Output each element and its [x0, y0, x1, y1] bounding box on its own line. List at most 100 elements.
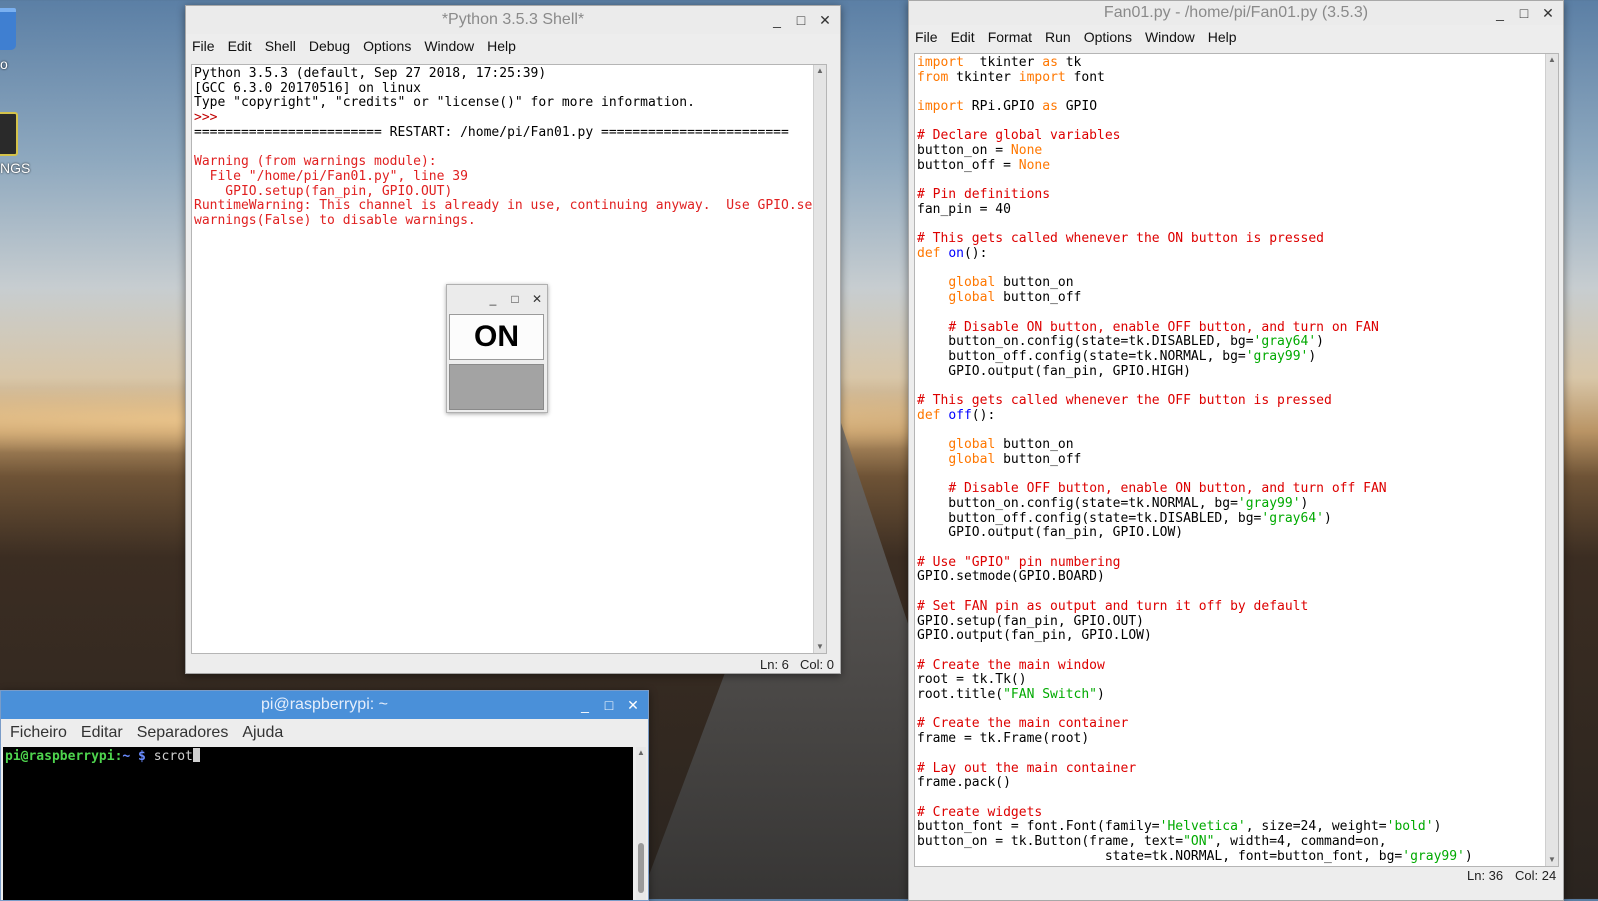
close-icon[interactable]: ✕ — [818, 13, 832, 27]
menu-ajuda[interactable]: Ajuda — [242, 724, 283, 742]
editor-titlebar[interactable]: Fan01.py - /home/pi/Fan01.py (3.5.3) _ □… — [909, 1, 1563, 25]
close-icon[interactable]: ✕ — [531, 292, 543, 306]
editor-scrollbar[interactable]: ▲ ▼ — [1545, 54, 1558, 866]
maximize-icon[interactable]: □ — [509, 292, 521, 306]
code-token: tkinter — [963, 55, 1043, 70]
maximize-icon[interactable]: □ — [1517, 6, 1531, 20]
maximize-icon[interactable]: □ — [794, 13, 808, 27]
menu-help[interactable]: Help — [487, 38, 516, 54]
menu-options[interactable]: Options — [363, 38, 411, 54]
menu-shell[interactable]: Shell — [265, 38, 296, 54]
menu-format[interactable]: Format — [988, 29, 1032, 45]
code-line: # Create the main window — [917, 658, 1558, 674]
scroll-up-icon[interactable]: ▲ — [1546, 54, 1558, 66]
code-token: button_on.config(state=tk.NORMAL, bg= — [917, 495, 1238, 511]
code-token: GPIO.output(fan_pin, GPIO.LOW) — [917, 628, 1152, 644]
menu-debug[interactable]: Debug — [309, 38, 350, 54]
code-token: button_off — [995, 290, 1082, 306]
menu-editar[interactable]: Editar — [81, 724, 123, 742]
code-line: global button_on — [917, 437, 1558, 453]
desktop-icon-label: o — [0, 56, 8, 72]
menu-separadores[interactable]: Separadores — [137, 724, 229, 742]
menu-help[interactable]: Help — [1208, 29, 1237, 45]
shell-titlebar[interactable]: *Python 3.5.3 Shell* _ □ ✕ — [186, 6, 840, 34]
shell-line: [GCC 6.3.0 20170516] on linux — [194, 80, 421, 96]
menu-run[interactable]: Run — [1045, 29, 1071, 45]
code-token: import — [1018, 69, 1066, 85]
terminal-titlebar[interactable]: pi@raspberrypi: ~ _ □ ✕ — [1, 691, 648, 719]
menu-window[interactable]: Window — [1145, 29, 1195, 45]
code-token: def — [917, 407, 941, 423]
code-line: # Lay out the main container — [917, 761, 1558, 777]
code-token: ) — [1316, 334, 1324, 350]
code-token: ) — [1433, 819, 1442, 835]
shell-line: GPIO.setup(fan_pin, GPIO.OUT) — [194, 183, 453, 199]
editor-title: Fan01.py - /home/pi/Fan01.py (3.5.3) — [1103, 4, 1369, 21]
code-token: import — [917, 99, 964, 115]
code-line: button_on.config(state=tk.DISABLED, bg='… — [917, 334, 1558, 350]
scroll-down-icon[interactable]: ▼ — [1546, 854, 1558, 866]
fan-off-button[interactable] — [449, 364, 544, 410]
menu-options[interactable]: Options — [1084, 29, 1132, 45]
code-line: global button_off — [917, 290, 1558, 306]
code-token: None — [1018, 157, 1051, 173]
menu-file[interactable]: File — [192, 38, 215, 54]
maximize-icon[interactable]: □ — [602, 698, 616, 712]
code-line: GPIO.output(fan_pin, GPIO.HIGH) — [917, 364, 1558, 380]
sd-card-icon[interactable] — [0, 112, 18, 156]
terminal-scrollbar[interactable]: ▲ — [636, 747, 646, 900]
fan-switch-titlebar[interactable]: _ □ ✕ — [447, 285, 547, 313]
menu-edit[interactable]: Edit — [951, 29, 975, 45]
code-token: # Disable OFF button, enable ON button, … — [948, 481, 1387, 497]
shell-menubar: File Edit Shell Debug Options Window Hel… — [186, 34, 840, 58]
code-token: button_font = font.Font(family= — [917, 819, 1160, 835]
code-token: fan_pin = 40 — [917, 201, 1011, 217]
code-line: # Disable OFF button, enable ON button, … — [917, 481, 1558, 497]
code-line: from tkinter import font — [917, 69, 1558, 86]
code-line: # Create the main container — [917, 717, 1558, 732]
line-indicator: Ln: 36 — [1467, 868, 1504, 883]
code-token: ) — [1324, 510, 1332, 526]
trash-icon[interactable] — [0, 8, 16, 50]
menu-file[interactable]: File — [915, 29, 938, 45]
terminal-area[interactable]: pi@raspberrypi:~ $ scrot — [3, 747, 633, 900]
code-token: # This gets called whenever the OFF butt… — [917, 393, 1332, 409]
minimize-icon[interactable]: _ — [487, 292, 499, 306]
scroll-down-icon[interactable]: ▼ — [814, 641, 826, 653]
code-line: button_on.config(state=tk.NORMAL, bg='gr… — [917, 495, 1558, 512]
code-line: # Disable ON button, enable OFF button, … — [917, 320, 1558, 336]
scroll-up-icon[interactable]: ▲ — [814, 65, 826, 77]
shell-line: Python 3.5.3 (default, Sep 27 2018, 17:2… — [194, 66, 547, 81]
code-token: button_on — [995, 437, 1074, 453]
shell-line: File "/home/pi/Fan01.py", line 39 — [194, 168, 468, 184]
code-token: button_off.config(state=tk.NORMAL, bg= — [917, 348, 1246, 364]
scroll-up-icon[interactable]: ▲ — [636, 747, 646, 759]
scrollbar-thumb[interactable] — [638, 843, 644, 893]
editor-window: Fan01.py - /home/pi/Fan01.py (3.5.3) _ □… — [908, 0, 1564, 901]
close-icon[interactable]: ✕ — [626, 698, 640, 712]
terminal-title: pi@raspberrypi: ~ — [261, 696, 388, 713]
minimize-icon[interactable]: _ — [578, 698, 592, 712]
column-indicator: Col: 0 — [800, 657, 834, 672]
shell-scrollbar[interactable]: ▲ ▼ — [813, 65, 826, 653]
fan-on-button[interactable]: ON — [449, 314, 544, 360]
code-token: 'gray99' — [1237, 495, 1301, 511]
code-line: frame.pack() — [917, 775, 1558, 791]
minimize-icon[interactable]: _ — [770, 13, 784, 27]
minimize-icon[interactable]: _ — [1493, 6, 1507, 20]
menu-window[interactable]: Window — [424, 38, 474, 54]
menu-ficheiro[interactable]: Ficheiro — [10, 724, 67, 742]
close-icon[interactable]: ✕ — [1541, 6, 1555, 20]
code-token: as — [1042, 99, 1058, 115]
code-token: GPIO.output(fan_pin, GPIO.LOW) — [917, 525, 1184, 541]
code-token: font — [1065, 69, 1105, 85]
menu-edit[interactable]: Edit — [228, 38, 252, 54]
code-editor[interactable]: import tkinter as tk from tkinter import … — [914, 53, 1559, 867]
